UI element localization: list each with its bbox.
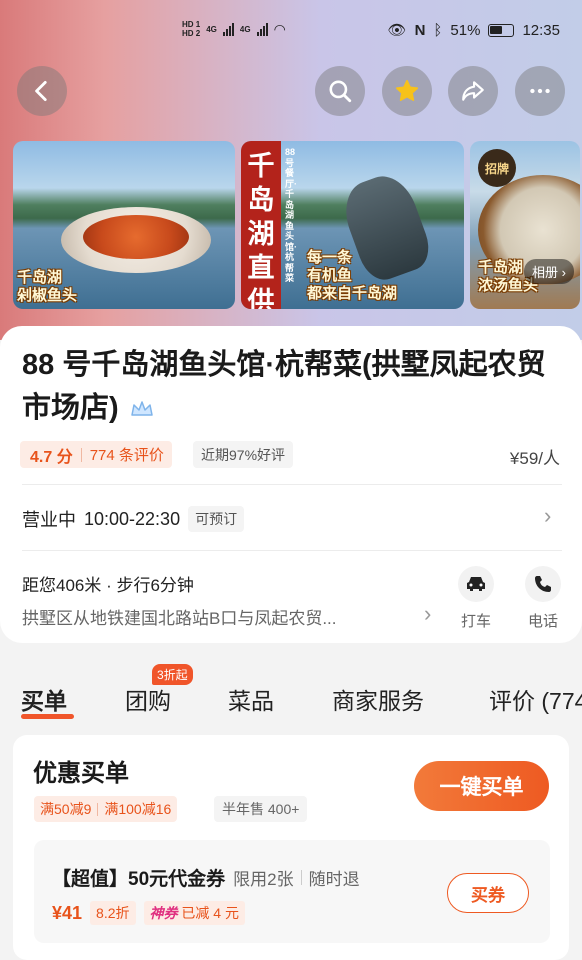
promo-1: 满50减9 [40, 801, 92, 817]
avg-price: ¥59/人 [509, 449, 560, 468]
photo2-caption-2: 有机鱼 [307, 267, 353, 284]
photo2-banner: 千岛湖直供 [241, 141, 281, 309]
status-right: 👁 N ᛒ 51% 12:35 [387, 21, 560, 40]
groupbuy-badge: 3折起 [152, 664, 193, 685]
voucher-discount: 8.2折 [90, 901, 136, 925]
clock: 12:35 [522, 21, 560, 39]
favorite-button[interactable] [382, 66, 432, 116]
rating-pill[interactable]: 4.7 分 774 条评价 [20, 441, 172, 468]
shop-name: 88 号千岛湖鱼头馆·杭帮菜(拱墅凤起农贸市场店) [22, 349, 546, 424]
sim1-label: HD 1 [182, 20, 201, 29]
gallery-photo-2[interactable]: 千岛湖直供 88号餐厅·千岛湖鱼头馆·杭帮菜 每一条 有机鱼 都来自千岛湖 [241, 141, 464, 309]
crown-icon [130, 401, 153, 417]
voucher-price-row: ¥41 8.2折 神券 已减 4 元 [52, 901, 245, 925]
network-label-2: 4G [239, 24, 251, 34]
status-bar: HD 1 HD 2 4G 4G ◠ 👁 N ᛒ 51% 12:35 [0, 18, 582, 46]
shop-title: 88 号千岛湖鱼头馆·杭帮菜(拱墅凤起农贸市场店) [22, 344, 562, 430]
taxi-label: 打车 [460, 613, 491, 630]
share-button[interactable] [448, 66, 498, 116]
tab-reviews[interactable]: 评价 (774 [489, 682, 582, 716]
fish-head-dish [83, 215, 189, 259]
phone-label: 电话 [527, 613, 558, 630]
voucher-limit: 限用2张 [233, 870, 294, 889]
sim2-label: HD 2 [182, 29, 201, 38]
review-count: 774 条评价 [89, 447, 164, 464]
gallery-photo-1[interactable]: 千岛湖 剁椒鱼头 [13, 141, 235, 309]
back-button[interactable] [17, 66, 67, 116]
business-hours-row[interactable]: 营业中 10:00-22:30 可预订 [22, 506, 245, 532]
signal-icon-2 [256, 22, 268, 36]
rating-score: 4.7 分 [30, 448, 73, 466]
photo2-caption-1: 每一条 [307, 249, 353, 266]
distance-text: 距您406米 · 步行6分钟 [22, 576, 194, 595]
nfc-icon: N [414, 21, 426, 39]
signal-icon [222, 22, 234, 36]
good-rate-badge: 近期97%好评 [193, 441, 294, 468]
signature-badge: 招牌 [478, 149, 516, 187]
network-label: 4G [206, 24, 217, 34]
photo2-side-text: 88号餐厅·千岛湖鱼头馆·杭帮菜 [285, 147, 297, 283]
eye-icon: 👁 [387, 22, 407, 39]
photo-gallery[interactable]: 千岛湖 剁椒鱼头 千岛湖直供 88号餐厅·千岛湖鱼头馆·杭帮菜 每一条 有机鱼 … [13, 141, 582, 309]
reservable-badge: 可预订 [188, 506, 245, 532]
taxi-button[interactable]: 打车 [453, 566, 499, 631]
tab-groupbuy[interactable]: 团购 [125, 682, 171, 716]
photo1-caption-2: 剁椒鱼头 [17, 287, 78, 304]
open-status: 营业中 [22, 510, 76, 530]
photo1-caption-1: 千岛湖 [17, 269, 63, 286]
battery-percent: 51% [450, 21, 481, 39]
photo2-caption-3: 都来自千岛湖 [307, 285, 398, 302]
bluetooth-icon: ᛒ [433, 21, 443, 39]
wifi-icon: ◠ [273, 20, 286, 37]
more-button[interactable] [515, 66, 565, 116]
one-click-pay-button[interactable]: 一键买单 [414, 761, 549, 811]
chevron-right-icon[interactable]: › [424, 601, 431, 627]
back-icon [35, 80, 47, 102]
phone-icon [525, 566, 561, 602]
voucher-price: ¥41 [52, 902, 83, 923]
search-icon [329, 80, 352, 103]
voucher-title-row: 【超值】50元代金券 限用2张 随时退 [52, 864, 360, 891]
phone-button[interactable]: 电话 [520, 566, 566, 631]
gallery-photo-3[interactable]: 招牌 千岛湖 浓汤鱼头 相册 › [470, 141, 580, 309]
tab-buy[interactable]: 买单 [21, 682, 67, 716]
star-icon [395, 79, 419, 102]
half-year-sales: 半年售 400+ [214, 796, 308, 822]
tab-services[interactable]: 商家服务 [332, 682, 424, 716]
share-icon [462, 81, 484, 101]
hours-text: 10:00-22:30 [84, 508, 181, 529]
address-text[interactable]: 拱墅区从地铁建国北路站B口与凤起农贸... [22, 604, 337, 629]
car-icon [458, 566, 494, 602]
more-icon [530, 88, 550, 94]
shenquan-label: 神券 [149, 905, 178, 921]
battery-icon [488, 23, 515, 37]
promo-tags: 满50减9 满100减16 [34, 796, 178, 822]
divider [22, 484, 562, 485]
shenquan-badge: 神券 已减 4 元 [143, 901, 245, 925]
album-button[interactable]: 相册 › [524, 259, 574, 284]
divider [22, 550, 562, 551]
buy-voucher-button[interactable]: 买券 [447, 873, 529, 913]
section-tabs: 买单 团购 菜品 商家服务 评价 (774 [0, 660, 582, 720]
chevron-right-icon[interactable]: › [544, 503, 551, 529]
saved-amount: 已减 4 元 [181, 905, 239, 921]
discount-pay-title: 优惠买单 [33, 760, 129, 787]
sim-signals: HD 1 HD 2 4G 4G ◠ [182, 20, 286, 38]
promo-2: 满100减16 [104, 801, 172, 817]
voucher-refund: 随时退 [308, 870, 360, 889]
tab-dishes[interactable]: 菜品 [228, 682, 274, 716]
active-tab-indicator [21, 714, 74, 719]
search-button[interactable] [315, 66, 365, 116]
voucher-title: 【超值】50元代金券 [52, 869, 226, 890]
